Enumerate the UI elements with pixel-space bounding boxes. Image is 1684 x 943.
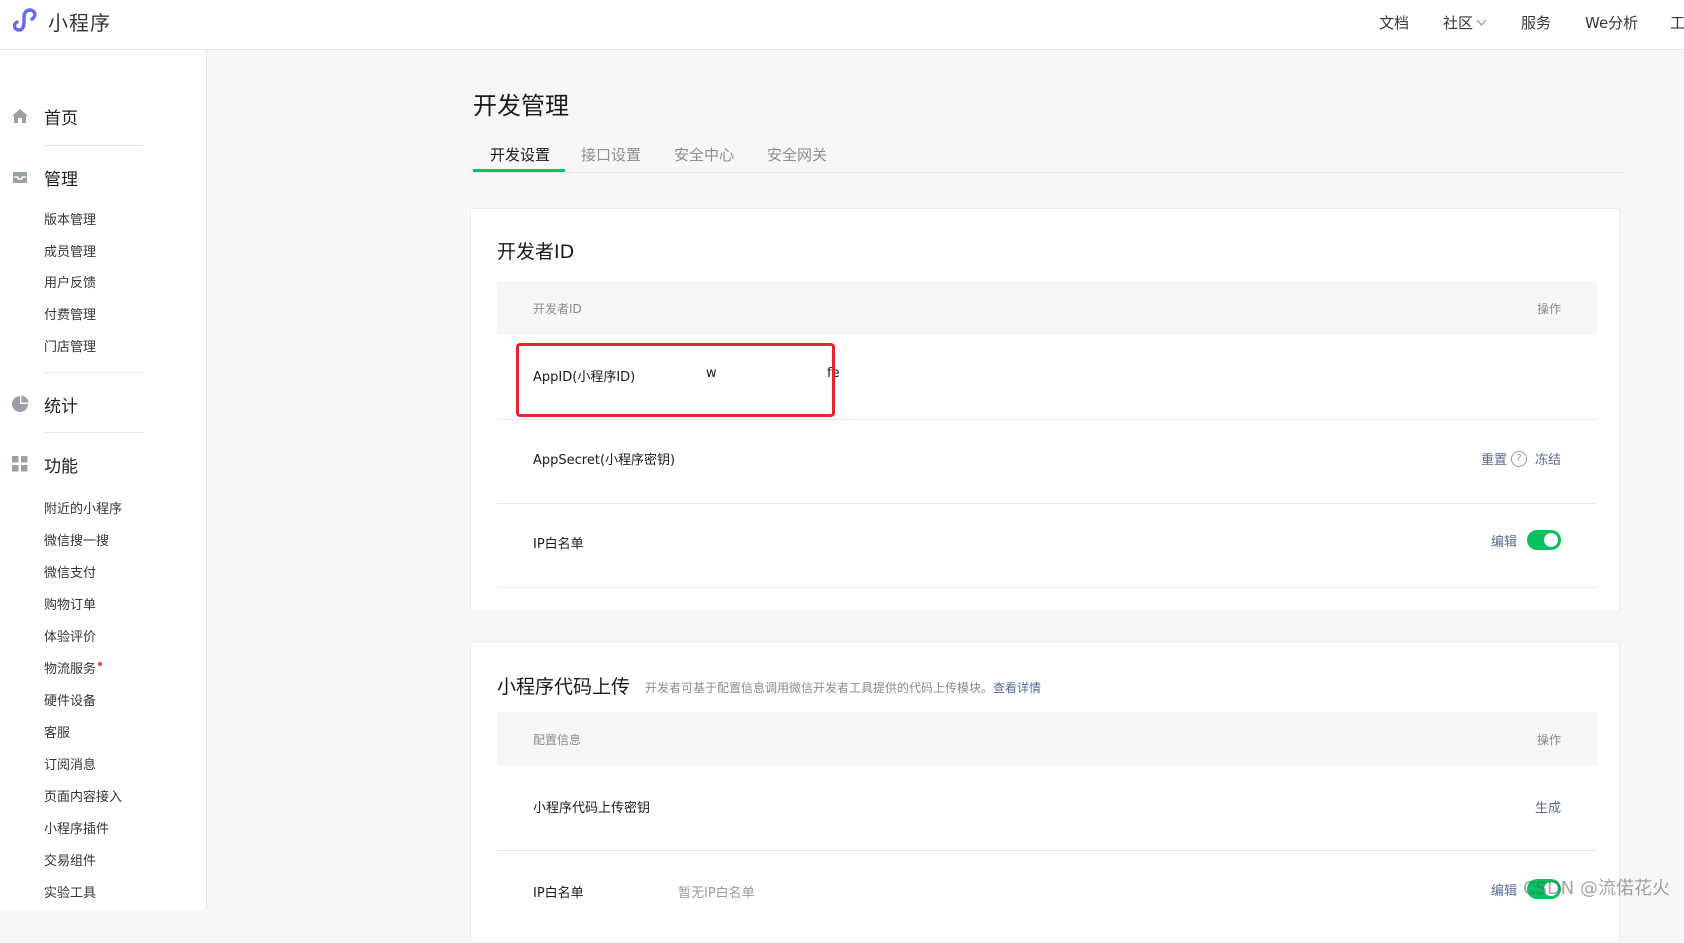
sidebar-item-members[interactable]: 成员管理 bbox=[44, 241, 96, 260]
sidebar-item-subscribe-msg[interactable]: 订阅消息 bbox=[44, 754, 96, 773]
red-highlight-box bbox=[516, 343, 835, 417]
sidebar-item-nearby[interactable]: 附近的小程序 bbox=[44, 498, 122, 517]
sidebar-features-label: 功能 bbox=[44, 456, 78, 477]
sidebar-stats-label: 统计 bbox=[44, 396, 78, 417]
table-row-upload-key: 小程序代码上传密钥 生成 bbox=[497, 766, 1597, 851]
sidebar-home-label: 首页 bbox=[44, 108, 78, 129]
table-row-appsecret: AppSecret(小程序密钥) 重置 ? 冻结 bbox=[497, 419, 1597, 504]
sidebar-section-features[interactable]: 功能 bbox=[0, 452, 206, 477]
view-details-link[interactable]: 查看详情 bbox=[993, 681, 1041, 695]
sidebar-section-manage[interactable]: 管理 bbox=[0, 165, 206, 190]
help-icon[interactable]: ? bbox=[1510, 450, 1527, 467]
inbox-icon bbox=[13, 172, 27, 183]
sidebar-item-plugins[interactable]: 小程序插件 bbox=[44, 818, 109, 837]
card-description: 开发者可基于配置信息调用微信开发者工具提供的代码上传模块。查看详情 bbox=[645, 679, 1041, 696]
top-bar: 小程序 文档 社区 服务 We分析 工 bbox=[0, 0, 1684, 50]
topnav-docs[interactable]: 文档 bbox=[1379, 12, 1409, 33]
sidebar-item-home[interactable]: 首页 bbox=[0, 104, 206, 129]
column-header-name: 开发者ID bbox=[533, 302, 582, 316]
edit-link[interactable]: 编辑 bbox=[1491, 531, 1517, 550]
sidebar-item-reviews[interactable]: 体验评价 bbox=[44, 626, 96, 645]
sidebar-item-payment-manage[interactable]: 付费管理 bbox=[44, 304, 96, 323]
card-title: 开发者ID bbox=[497, 241, 575, 263]
column-header-ops: 操作 bbox=[1536, 302, 1561, 316]
sidebar-item-logistics-label: 物流服务 bbox=[44, 662, 97, 677]
tab-security-gateway[interactable]: 安全网关 bbox=[767, 144, 827, 165]
sidebar-item-wechat-pay[interactable]: 微信支付 bbox=[44, 562, 96, 581]
ip-whitelist-ops: 编辑 bbox=[1491, 530, 1561, 550]
watermark: CSDN @流偌花火 bbox=[1522, 878, 1670, 899]
sidebar-item-hardware[interactable]: 硬件设备 bbox=[44, 690, 96, 709]
divider bbox=[44, 432, 143, 433]
topnav-community-label: 社区 bbox=[1443, 14, 1474, 32]
reset-link[interactable]: 重置 bbox=[1481, 449, 1507, 468]
upload-key-label: 小程序代码上传密钥 bbox=[533, 801, 651, 816]
chevron-down-icon bbox=[1476, 15, 1487, 26]
appsecret-ops: 重置 ? 冻结 bbox=[1481, 449, 1561, 468]
freeze-link[interactable]: 冻结 bbox=[1535, 449, 1561, 468]
table-header: 开发者ID 操作 bbox=[497, 281, 1597, 335]
code-upload-card: 小程序代码上传 开发者可基于配置信息调用微信开发者工具提供的代码上传模块。查看详… bbox=[470, 641, 1620, 943]
topnav-services[interactable]: 服务 bbox=[1521, 12, 1551, 33]
sidebar-item-stats[interactable]: 统计 bbox=[0, 392, 206, 417]
ip-whitelist-toggle[interactable] bbox=[1527, 530, 1561, 550]
sidebar-item-orders[interactable]: 购物订单 bbox=[44, 594, 96, 613]
upload-key-ops: 生成 bbox=[1535, 797, 1561, 816]
top-nav: 文档 社区 服务 We分析 工 bbox=[0, 12, 1684, 36]
sidebar-item-trade-component[interactable]: 交易组件 bbox=[44, 850, 96, 869]
upload-ip-whitelist-value: 暂无IP白名单 bbox=[678, 886, 755, 901]
edit-link[interactable]: 编辑 bbox=[1491, 880, 1517, 899]
topnav-tools[interactable]: 工 bbox=[1670, 12, 1684, 33]
page-title: 开发管理 bbox=[473, 92, 569, 120]
divider bbox=[44, 145, 143, 146]
tab-api-settings[interactable]: 接口设置 bbox=[581, 144, 641, 165]
upload-ip-whitelist-label: IP白名单 bbox=[533, 886, 584, 901]
sidebar-manage-label: 管理 bbox=[44, 169, 78, 190]
tab-bar: 开发设置 接口设置 安全中心 安全网关 bbox=[473, 140, 1625, 173]
tab-dev-settings[interactable]: 开发设置 bbox=[490, 144, 550, 165]
divider bbox=[44, 372, 143, 373]
sidebar-item-stores[interactable]: 门店管理 bbox=[44, 336, 96, 355]
sidebar-item-logistics[interactable]: 物流服务 bbox=[44, 658, 103, 677]
home-icon bbox=[12, 109, 28, 123]
table-row-ip-whitelist: IP白名单 编辑 bbox=[497, 503, 1597, 588]
sidebar: 首页 管理 版本管理 成员管理 用户反馈 付费管理 门店管理 统计 功能 附近的… bbox=[0, 50, 207, 910]
generate-link[interactable]: 生成 bbox=[1535, 797, 1561, 816]
appsecret-label: AppSecret(小程序密钥) bbox=[533, 453, 676, 468]
sidebar-item-feedback[interactable]: 用户反馈 bbox=[44, 272, 96, 291]
table-row-upload-ip-whitelist: IP白名单 暂无IP白名单 编辑 bbox=[497, 850, 1597, 934]
topnav-we-analytics[interactable]: We分析 bbox=[1585, 12, 1638, 33]
sidebar-item-customer-service[interactable]: 客服 bbox=[44, 722, 70, 741]
card-title: 小程序代码上传 bbox=[497, 676, 631, 698]
new-badge-dot bbox=[98, 662, 103, 666]
sidebar-item-version[interactable]: 版本管理 bbox=[44, 209, 96, 228]
tab-security-center[interactable]: 安全中心 bbox=[674, 144, 734, 165]
grid-icon bbox=[12, 456, 28, 472]
pie-chart-icon bbox=[12, 395, 29, 412]
sidebar-item-wechat-search[interactable]: 微信搜一搜 bbox=[44, 530, 109, 549]
column-header-config: 配置信息 bbox=[533, 733, 582, 747]
sidebar-item-experiments[interactable]: 实验工具 bbox=[44, 882, 96, 901]
toggle-knob bbox=[1544, 533, 1558, 547]
card-description-text: 开发者可基于配置信息调用微信开发者工具提供的代码上传模块。 bbox=[645, 681, 994, 695]
ip-whitelist-label: IP白名单 bbox=[533, 537, 584, 552]
sidebar-item-page-content[interactable]: 页面内容接入 bbox=[44, 786, 122, 805]
table-header: 配置信息 操作 bbox=[497, 712, 1597, 766]
active-tab-indicator bbox=[473, 169, 565, 172]
column-header-ops: 操作 bbox=[1536, 733, 1561, 747]
topnav-community[interactable]: 社区 bbox=[1443, 12, 1487, 33]
